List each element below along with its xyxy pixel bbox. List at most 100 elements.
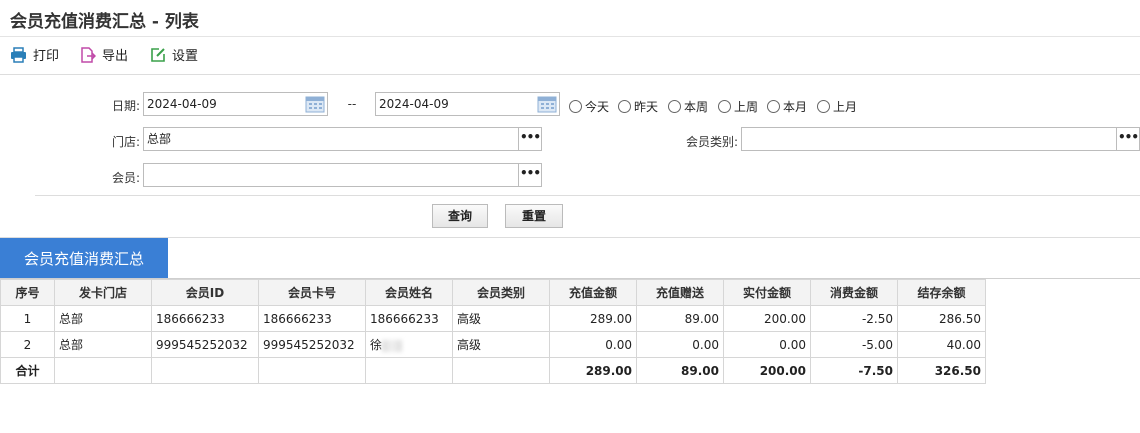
date-from-input[interactable]: 2024-04-09: [143, 92, 328, 116]
member-type-picker-button[interactable]: •••: [1116, 128, 1139, 150]
store-label: 门店:: [111, 135, 140, 149]
header-cell[interactable]: 消费金额: [810, 279, 898, 306]
total-consume-cell: -7.50: [810, 357, 898, 384]
header-cell[interactable]: 发卡门店: [54, 279, 152, 306]
radio-label: 本周: [684, 100, 709, 114]
radio-circle[interactable]: [618, 100, 631, 113]
header-cell[interactable]: 充值金额: [549, 279, 637, 306]
total-label-cell: 合计: [0, 357, 55, 384]
calendar-icon[interactable]: [305, 95, 325, 113]
radio-circle[interactable]: [718, 100, 731, 113]
radio-circle[interactable]: [569, 100, 582, 113]
member-name-cell: 186666233: [365, 305, 453, 332]
member-id-cell: 186666233: [151, 305, 259, 332]
header-cell[interactable]: 会员类别: [452, 279, 550, 306]
paid-amount-cell: 0.00: [723, 331, 811, 358]
radio-circle[interactable]: [767, 100, 780, 113]
balance-cell: 286.50: [897, 305, 986, 332]
total-balance-cell: 326.50: [897, 357, 986, 384]
blurred-name-mask: [382, 339, 403, 352]
radio-circle[interactable]: [668, 100, 681, 113]
total-cell: [151, 357, 259, 384]
store-cell: 总部: [54, 331, 152, 358]
table-row[interactable]: 2 总部 999545252032 999545252032 徐 高级 0.00…: [0, 331, 986, 358]
radio-today[interactable]: 今天: [569, 98, 609, 115]
member-type-cell: 高级: [452, 331, 550, 358]
member-type-label: 会员类别:: [685, 135, 738, 149]
radio-label: 上周: [734, 100, 759, 114]
printer-icon: [11, 46, 26, 63]
recharge-bonus-cell: 89.00: [636, 305, 724, 332]
member-picker-button[interactable]: •••: [518, 164, 541, 186]
header-cell[interactable]: 会员卡号: [258, 279, 366, 306]
summary-table: 序号 发卡门店 会员ID 会员卡号 会员姓名 会员类别 充值金额 充值赠送 实付…: [0, 279, 986, 384]
header-cell[interactable]: 充值赠送: [636, 279, 724, 306]
date-to-input[interactable]: 2024-04-09: [375, 92, 560, 116]
total-cell: [452, 357, 550, 384]
row-index-cell: 1: [0, 305, 55, 332]
settings-label: 设置: [172, 49, 199, 64]
member-label: 会员:: [111, 171, 140, 185]
print-button[interactable]: 打印: [10, 45, 59, 64]
export-label: 导出: [102, 49, 129, 64]
balance-cell: 40.00: [897, 331, 986, 358]
calendar-icon[interactable]: [537, 95, 557, 113]
query-button[interactable]: 查询: [432, 204, 488, 228]
print-label: 打印: [33, 49, 60, 64]
tab-member-summary[interactable]: 会员充值消费汇总: [0, 238, 168, 278]
reset-button[interactable]: 重置: [505, 204, 563, 228]
header-cell[interactable]: 实付金额: [723, 279, 811, 306]
radio-label: 上月: [833, 100, 858, 114]
member-type-input[interactable]: •••: [741, 127, 1140, 151]
toolbar-divider: [0, 74, 1140, 75]
filter-divider: [35, 195, 1140, 196]
total-recharge-cell: 289.00: [549, 357, 637, 384]
table-header-row: 序号 发卡门店 会员ID 会员卡号 会员姓名 会员类别 充值金额 充值赠送 实付…: [0, 279, 986, 306]
date-from-value: 2024-04-09: [147, 97, 217, 111]
consume-amount-cell: -5.00: [810, 331, 898, 358]
radio-this-week[interactable]: 本周: [668, 98, 708, 115]
date-to-value: 2024-04-09: [379, 97, 449, 111]
total-cell: [54, 357, 152, 384]
page-title: 会员充值消费汇总 - 列表: [10, 12, 199, 32]
recharge-amount-cell: 289.00: [549, 305, 637, 332]
recharge-bonus-cell: 0.00: [636, 331, 724, 358]
store-input[interactable]: 总部 •••: [143, 127, 542, 151]
total-cell: [365, 357, 453, 384]
store-cell: 总部: [54, 305, 152, 332]
title-bar: 会员充值消费汇总 - 列表: [0, 0, 1140, 37]
radio-label: 昨天: [634, 100, 659, 114]
header-cell[interactable]: 会员姓名: [365, 279, 453, 306]
settings-button[interactable]: 设置: [150, 45, 198, 64]
row-index-cell: 2: [0, 331, 55, 358]
header-cell[interactable]: 序号: [0, 279, 55, 306]
edit-settings-icon: [151, 47, 165, 62]
date-label: 日期:: [111, 99, 140, 113]
radio-last-week[interactable]: 上周: [718, 98, 758, 115]
member-type-cell: 高级: [452, 305, 550, 332]
radio-yesterday[interactable]: 昨天: [618, 98, 658, 115]
export-button[interactable]: 导出: [80, 45, 128, 64]
card-no-cell: 186666233: [258, 305, 366, 332]
member-input[interactable]: •••: [143, 163, 542, 187]
radio-circle[interactable]: [817, 100, 830, 113]
header-cell[interactable]: 会员ID: [151, 279, 259, 306]
member-id-cell: 999545252032: [151, 331, 259, 358]
store-value: 总部: [147, 132, 172, 146]
date-separator: --: [347, 97, 357, 111]
radio-last-month[interactable]: 上月: [817, 98, 857, 115]
recharge-amount-cell: 0.00: [549, 331, 637, 358]
table-total-row: 合计 289.00 89.00 200.00 -7.50 326.50: [0, 357, 986, 384]
total-paid-cell: 200.00: [723, 357, 811, 384]
radio-label: 本月: [783, 100, 808, 114]
consume-amount-cell: -2.50: [810, 305, 898, 332]
card-no-cell: 999545252032: [258, 331, 366, 358]
header-cell[interactable]: 结存余额: [897, 279, 986, 306]
radio-label: 今天: [585, 100, 610, 114]
toolbar: 打印 导出 设置: [0, 37, 1140, 73]
paid-amount-cell: 200.00: [723, 305, 811, 332]
radio-this-month[interactable]: 本月: [767, 98, 807, 115]
total-cell: [258, 357, 366, 384]
store-picker-button[interactable]: •••: [518, 128, 541, 150]
table-row[interactable]: 1 总部 186666233 186666233 186666233 高级 28…: [0, 305, 986, 332]
